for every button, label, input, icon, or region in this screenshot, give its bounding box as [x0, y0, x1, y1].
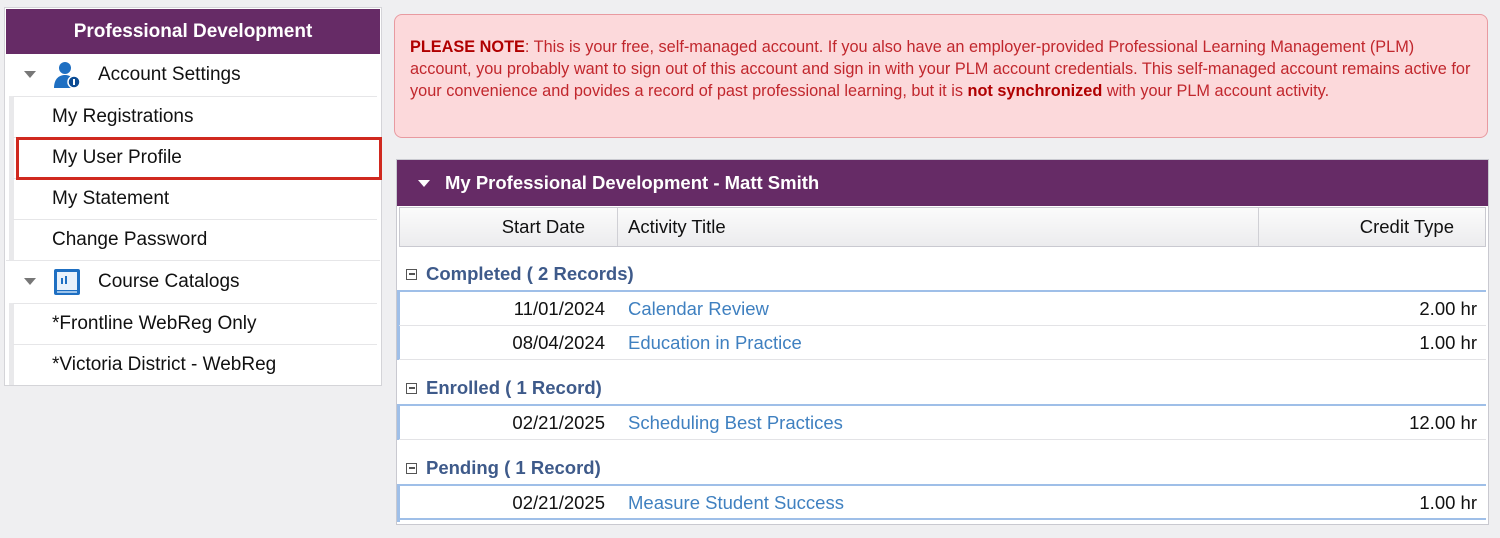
panel-header[interactable]: My Professional Development - Matt Smith — [397, 160, 1488, 206]
sidebar-group-course-catalogs[interactable]: Course Catalogs — [6, 261, 380, 302]
start-date: 02/21/2025 — [512, 492, 605, 513]
group-label: Enrolled ( 1 Record) — [426, 377, 602, 398]
group-enrolled[interactable]: Enrolled ( 1 Record) — [399, 372, 1486, 404]
start-date: 08/04/2024 — [512, 332, 605, 353]
sidebar-item-label: My Statement — [52, 187, 170, 209]
column-start-date[interactable]: Start Date — [502, 208, 585, 246]
notice-label: PLEASE NOTE — [410, 38, 525, 56]
sidebar-item-label: *Victoria District - WebReg — [52, 353, 277, 375]
sidebar-item-my-registrations[interactable]: My Registrations — [13, 96, 377, 136]
chevron-down-icon[interactable] — [24, 278, 36, 285]
activity-link[interactable]: Calendar Review — [628, 292, 769, 326]
group-label: Completed ( 2 Records) — [426, 263, 634, 284]
column-credit-type[interactable]: Credit Type — [1360, 208, 1454, 246]
sidebar-group-account-settings[interactable]: Account Settings — [6, 54, 380, 95]
activity-link[interactable]: Education in Practice — [628, 326, 802, 360]
sidebar-title: Professional Development — [6, 9, 380, 54]
group-label: Pending ( 1 Record) — [426, 457, 601, 478]
column-divider — [617, 208, 618, 246]
sidebar-group-label: Course Catalogs — [98, 270, 240, 292]
start-date: 11/01/2024 — [513, 298, 605, 319]
collapse-icon[interactable] — [406, 382, 417, 394]
sidebar: Professional Development Account Setting… — [4, 7, 382, 386]
credit-value: 2.00 hr — [1419, 298, 1477, 319]
table-row: 02/21/2025 Measure Student Success 1.00 … — [399, 486, 1486, 520]
activity-link[interactable]: Measure Student Success — [628, 486, 844, 520]
catalog-icon — [52, 267, 82, 297]
panel-title: My Professional Development - Matt Smith — [445, 172, 820, 193]
credit-value: 1.00 hr — [1419, 492, 1477, 513]
sidebar-item-my-statement[interactable]: My Statement — [13, 178, 377, 218]
sidebar-item-change-password[interactable]: Change Password — [13, 219, 377, 259]
table-row: 08/04/2024 Education in Practice 1.00 hr — [399, 326, 1486, 360]
sidebar-item-label: *Frontline WebReg Only — [52, 312, 257, 334]
chevron-down-icon[interactable] — [418, 179, 430, 187]
column-activity-title[interactable]: Activity Title — [628, 208, 726, 246]
sidebar-group-label: Account Settings — [98, 63, 241, 85]
table-row: 11/01/2024 Calendar Review 2.00 hr — [399, 292, 1486, 326]
sidebar-item-label: Change Password — [52, 228, 208, 250]
start-date: 02/21/2025 — [512, 412, 605, 433]
user-settings-icon — [52, 60, 82, 90]
table-header: Start Date Activity Title Credit Type — [399, 207, 1486, 247]
credit-value: 1.00 hr — [1419, 332, 1477, 353]
collapse-icon[interactable] — [406, 268, 417, 280]
chevron-down-icon[interactable] — [24, 71, 36, 78]
credit-value: 12.00 hr — [1409, 412, 1477, 433]
sidebar-item-label: My Registrations — [52, 105, 194, 127]
notice-banner: PLEASE NOTE: This is your free, self-man… — [394, 14, 1488, 138]
highlight-box — [16, 137, 382, 180]
group-pending[interactable]: Pending ( 1 Record) — [399, 452, 1486, 484]
table-row: 02/21/2025 Scheduling Best Practices 12.… — [399, 406, 1486, 440]
sidebar-item-frontline-webreg[interactable]: *Frontline WebReg Only — [13, 303, 377, 343]
sidebar-item-victoria-district-webreg[interactable]: *Victoria District - WebReg — [13, 344, 377, 384]
notice-bold-text: not synchronized — [967, 82, 1103, 100]
column-divider — [1258, 208, 1259, 246]
group-completed[interactable]: Completed ( 2 Records) — [399, 258, 1486, 290]
collapse-icon[interactable] — [406, 462, 417, 474]
notice-text-end: with your PLM account activity. — [1102, 82, 1330, 100]
activity-link[interactable]: Scheduling Best Practices — [628, 406, 843, 440]
pd-panel: My Professional Development - Matt Smith… — [396, 159, 1489, 525]
